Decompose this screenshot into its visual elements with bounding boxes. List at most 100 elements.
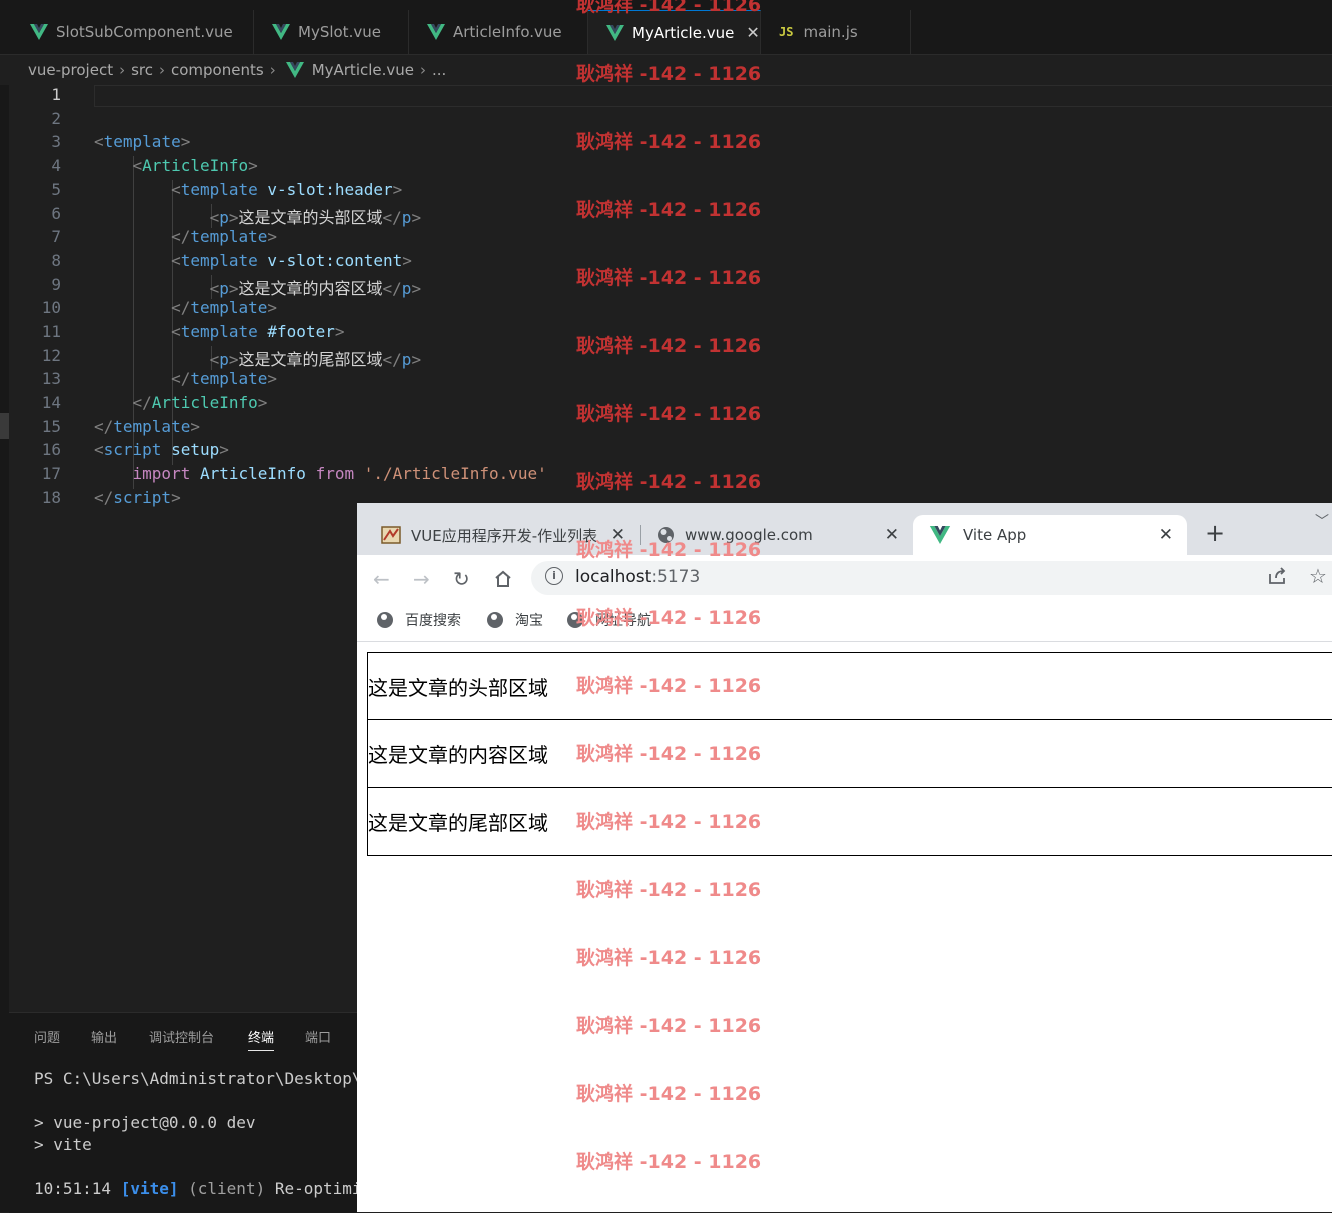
globe-icon [487, 612, 503, 628]
vue-icon [30, 24, 48, 40]
editor-tab-label: MySlot.vue [298, 23, 381, 41]
panel-tab-ports[interactable]: 端口 [305, 1027, 331, 1046]
share-icon[interactable] [1267, 566, 1287, 586]
line-number: 12 [41, 346, 61, 365]
panel-tab-output[interactable]: 输出 [91, 1027, 117, 1046]
address-bar[interactable]: i localhost:5173 ☆ [531, 561, 1332, 595]
url-text[interactable]: localhost:5173 [575, 567, 700, 587]
import-path: './ArticleInfo.vue' [363, 464, 547, 483]
panel-tab-problems[interactable]: 问题 [34, 1027, 60, 1046]
setup-attr: setup [171, 440, 220, 459]
breadcrumb-item[interactable]: src [131, 61, 153, 79]
terminal-prompt: PS C:\Users\Administrator\Desktop\vu [34, 1069, 381, 1088]
watermark-text: 耿鸿祥 -142 - 1126 [576, 131, 762, 153]
line-number: 8 [51, 251, 61, 270]
home-icon[interactable] [493, 569, 513, 589]
line-number: 4 [51, 156, 61, 175]
browser-tab-strip: VUE应用程序开发-作业列表 ✕ www.google.com ✕ Vite A… [357, 503, 1332, 555]
watermark-text: 耿鸿祥 -142 - 1126 [576, 1151, 762, 1173]
browser-window: VUE应用程序开发-作业列表 ✕ www.google.com ✕ Vite A… [357, 503, 1332, 1212]
vue-icon [272, 24, 290, 40]
info-icon[interactable]: i [545, 567, 563, 585]
watermark-text: 耿鸿祥 -142 - 1126 [576, 539, 762, 561]
close-icon[interactable]: ✕ [1159, 525, 1173, 545]
chevron-right-icon: › [119, 61, 126, 79]
breadcrumb-item[interactable]: MyArticle.vue [312, 61, 414, 79]
watermark-text: 耿鸿祥 -142 - 1126 [576, 63, 762, 85]
editor-tab-slotsubcomponent[interactable]: SlotSubComponent.vue [12, 10, 254, 54]
panel-tab-debug-console[interactable]: 调试控制台 [149, 1027, 214, 1046]
breadcrumb-item[interactable]: vue-project [28, 61, 113, 79]
watermark-text: 耿鸿祥 -142 - 1126 [576, 403, 762, 425]
line-number: 17 [41, 464, 61, 483]
reload-icon[interactable]: ↻ [453, 567, 470, 591]
vite-tag: [vite] [120, 1179, 179, 1198]
terminal-line: > vue-project@0.0.0 dev [34, 1113, 256, 1132]
chevron-right-icon: › [420, 61, 427, 79]
bookmark-taobao[interactable]: 淘宝 [487, 610, 543, 630]
watermark-text: 耿鸿祥 -142 - 1126 [576, 267, 762, 289]
chevron-down-icon[interactable]: ﹀ [1315, 511, 1329, 531]
v-slot-directive: v-slot [267, 180, 326, 199]
slot-shorthand: #footer [267, 322, 335, 341]
browser-tab-vite-app[interactable]: Vite App ✕ [913, 515, 1187, 555]
p-tag: p [219, 350, 229, 369]
line-number: 10 [41, 298, 61, 317]
editor-tab-label: MyArticle.vue [632, 23, 735, 42]
line-number: 18 [41, 488, 61, 507]
close-icon[interactable]: ✕ [746, 23, 759, 42]
watermark-text: 耿鸿祥 -142 - 1126 [576, 811, 762, 833]
new-tab-plus-icon[interactable]: + [1205, 519, 1225, 547]
breadcrumb-item[interactable]: components [171, 61, 264, 79]
url-host: localhost [575, 567, 652, 587]
breadcrumb-item[interactable]: ... [432, 61, 446, 79]
template-keyword: template [190, 227, 268, 246]
close-icon[interactable]: ✕ [885, 525, 899, 545]
bookmark-baidu[interactable]: 百度搜索 [377, 610, 461, 630]
browser-toolbar: ← → ↻ i localhost:5173 ☆ [357, 555, 1332, 603]
editor-tab-label: SlotSubComponent.vue [56, 23, 233, 41]
slot-arg: content [334, 251, 403, 270]
code-line: 4 <ArticleInfo> [9, 156, 1332, 180]
watermark-text: 耿鸿祥 -142 - 1126 [576, 879, 762, 901]
code-text: 这是文章的内容区域 [238, 279, 383, 298]
code-line: 7 </template> [9, 227, 1332, 251]
p-tag: p [401, 208, 412, 227]
js-icon: JS [779, 25, 794, 39]
editor-tab-mainjs[interactable]: JS main.js [761, 10, 911, 54]
line-number: 14 [41, 393, 61, 412]
script-keyword: script [103, 440, 162, 459]
editor-tab-label: main.js [803, 23, 858, 41]
from-keyword: from [315, 464, 355, 483]
line-number: 6 [51, 204, 61, 223]
page-content: 这是文章的头部区域 这是文章的内容区域 这是文章的尾部区域 [357, 642, 1332, 1212]
terminal-line: > vite [34, 1135, 92, 1154]
terminal-log-line: 10:51:14 [vite] (client) Re-optimizi [34, 1179, 381, 1198]
line-number: 2 [51, 109, 61, 128]
watermark-text: 耿鸿祥 -142 - 1126 [576, 0, 762, 16]
activity-strip [0, 85, 9, 1212]
back-arrow-icon[interactable]: ← [373, 567, 390, 591]
scroll-marker [0, 413, 9, 439]
vue-icon [427, 24, 445, 40]
p-tag: p [401, 279, 412, 298]
line-number: 11 [41, 322, 61, 341]
template-keyword: template [103, 132, 181, 151]
watermark-text: 耿鸿祥 -142 - 1126 [576, 1015, 762, 1037]
watermark-text: 耿鸿祥 -142 - 1126 [576, 335, 762, 357]
article-header-slot: 这是文章的头部区域 [367, 652, 1332, 720]
bookmark-star-icon[interactable]: ☆ [1309, 564, 1327, 588]
watermark-text: 耿鸿祥 -142 - 1126 [576, 947, 762, 969]
import-name: ArticleInfo [199, 464, 306, 483]
code-text: 这是文章的头部区域 [238, 208, 383, 227]
template-keyword: template [190, 298, 268, 317]
template-keyword: template [190, 369, 268, 388]
line-number: 1 [51, 85, 61, 104]
panel-tab-terminal[interactable]: 终端 [248, 1027, 275, 1051]
editor-tab-articleinfo[interactable]: ArticleInfo.vue [409, 10, 588, 54]
forward-arrow-icon[interactable]: → [413, 567, 430, 591]
chevron-right-icon: › [159, 61, 165, 79]
watermark-text: 耿鸿祥 -142 - 1126 [576, 471, 762, 493]
editor-tab-myslot[interactable]: MySlot.vue [254, 10, 409, 54]
client-tag: (client) [188, 1179, 266, 1198]
